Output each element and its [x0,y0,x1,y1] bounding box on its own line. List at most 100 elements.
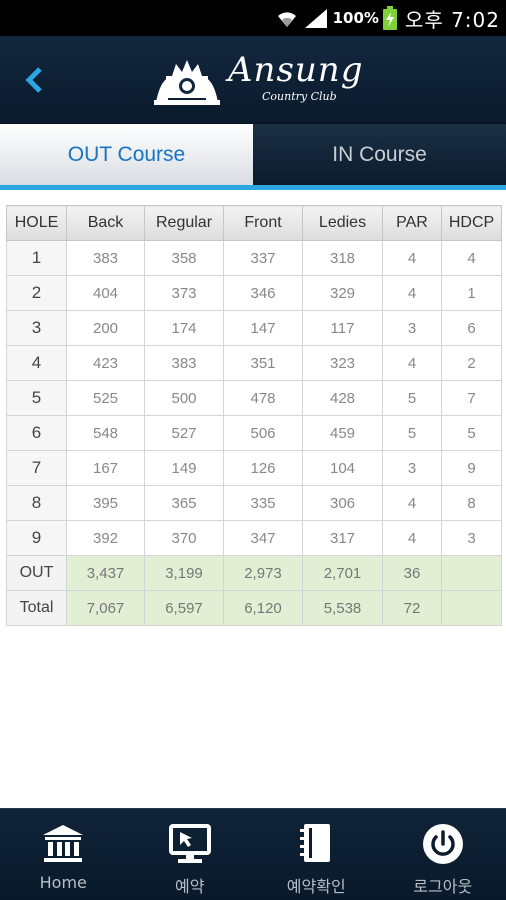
table-cell: 7 [441,380,502,416]
table-row: 7 167 149 126 104 3 9 [6,450,502,486]
table-cell: 4 [382,485,442,521]
table-cell: 5,538 [302,590,383,626]
table-cell: 370 [144,520,224,556]
table-cell: 6,120 [223,590,303,626]
table-cell: 6,597 [144,590,224,626]
table-cell: 7,067 [66,590,145,626]
table-row: 4 423 383 351 323 4 2 [6,345,502,381]
battery-percent: 100% [332,9,379,27]
table-cell: 2,701 [302,555,383,591]
table-cell: 365 [144,485,224,521]
table-cell: 36 [382,555,442,591]
summary-row-total: Total 7,067 6,597 6,120 5,538 72 [6,590,502,626]
bank-icon [40,821,86,867]
scorecard-table: HOLE Back Regular Front Ledies PAR HDCP … [6,205,502,626]
nav-logout[interactable]: 로그아웃 [380,809,506,900]
table-cell: 72 [382,590,442,626]
table-cell: 8 [441,485,502,521]
table-row: 3 200 174 147 117 3 6 [6,310,502,346]
table-cell: 383 [144,345,224,381]
clock: 오후 7:02 [404,7,500,32]
table-cell: 2 [441,345,502,381]
table-cell: 423 [66,345,145,381]
table-cell: 126 [223,450,303,486]
bottom-nav: Home 예약 예약확인 로그아웃 [0,808,506,900]
table-cell: 4 [382,520,442,556]
summary-row-out: OUT 3,437 3,199 2,973 2,701 36 [6,555,502,591]
battery-charging-icon [382,6,397,30]
table-cell: 167 [66,450,145,486]
nav-label-logout: 로그아웃 [413,877,473,896]
table-cell [441,555,502,591]
wifi-icon [277,12,296,27]
summary-label: OUT [6,555,67,591]
hole-number: 3 [6,310,67,346]
tab-out-course[interactable]: OUT Course [0,124,253,190]
app-header: Ansung Country Club [0,36,506,124]
table-cell: 6 [441,310,502,346]
table-cell: 548 [66,415,145,451]
table-cell: 4 [382,275,442,311]
hole-number: 2 [6,275,67,311]
table-header-row: HOLE Back Regular Front Ledies PAR HDCP [6,205,502,241]
table-cell: 306 [302,485,383,521]
table-cell: 392 [66,520,145,556]
table-cell: 5 [441,415,502,451]
table-cell: 200 [66,310,145,346]
table-cell: 4 [441,240,502,276]
hole-number: 8 [6,485,67,521]
table-cell: 527 [144,415,224,451]
signal-icon [304,9,327,28]
column-header-back: Back [66,205,145,241]
status-bar: 100% 오후 7:02 [0,0,506,36]
table-cell: 347 [223,520,303,556]
table-cell: 337 [223,240,303,276]
hole-number: 5 [6,380,67,416]
nav-label-reservation-check: 예약확인 [286,877,346,896]
hole-number: 1 [6,240,67,276]
table-cell: 117 [302,310,383,346]
table-cell: 478 [223,380,303,416]
table-cell: 335 [223,485,303,521]
hole-number: 6 [6,415,67,451]
table-cell: 428 [302,380,383,416]
nav-label-reservation: 예약 [175,877,205,896]
back-button[interactable] [14,58,54,102]
table-cell: 323 [302,345,383,381]
table-cell: 149 [144,450,224,486]
hole-number: 4 [6,345,67,381]
table-cell: 500 [144,380,224,416]
table-cell: 404 [66,275,145,311]
column-header-hdcp: HDCP [441,205,502,241]
nav-reservation-check[interactable]: 예약확인 [253,809,380,900]
table-row: 6 548 527 506 459 5 5 [6,415,502,451]
table-cell [441,590,502,626]
table-cell: 373 [144,275,224,311]
table-cell: 358 [144,240,224,276]
table-cell: 5 [382,415,442,451]
nav-reservation[interactable]: 예약 [127,809,254,900]
table-cell: 459 [302,415,383,451]
nav-home[interactable]: Home [0,809,127,900]
table-cell: 317 [302,520,383,556]
tab-in-course[interactable]: IN Course [253,124,506,190]
table-cell: 383 [66,240,145,276]
table-row: 2 404 373 346 329 4 1 [6,275,502,311]
power-icon [420,821,466,867]
table-cell: 4 [382,345,442,381]
notebook-icon [293,821,339,867]
table-cell: 1 [441,275,502,311]
hole-number: 7 [6,450,67,486]
logo-subtitle: Country Club [262,90,337,103]
column-header-front: Front [223,205,303,241]
table-cell: 3 [441,520,502,556]
table-cell: 174 [144,310,224,346]
column-header-ledies: Ledies [302,205,383,241]
table-row: 8 395 365 335 306 4 8 [6,485,502,521]
table-cell: 3 [382,450,442,486]
table-cell: 4 [382,240,442,276]
column-header-par: PAR [382,205,442,241]
course-tabs: OUT Course IN Course [0,124,506,190]
summary-label: Total [6,590,67,626]
column-header-regular: Regular [144,205,224,241]
